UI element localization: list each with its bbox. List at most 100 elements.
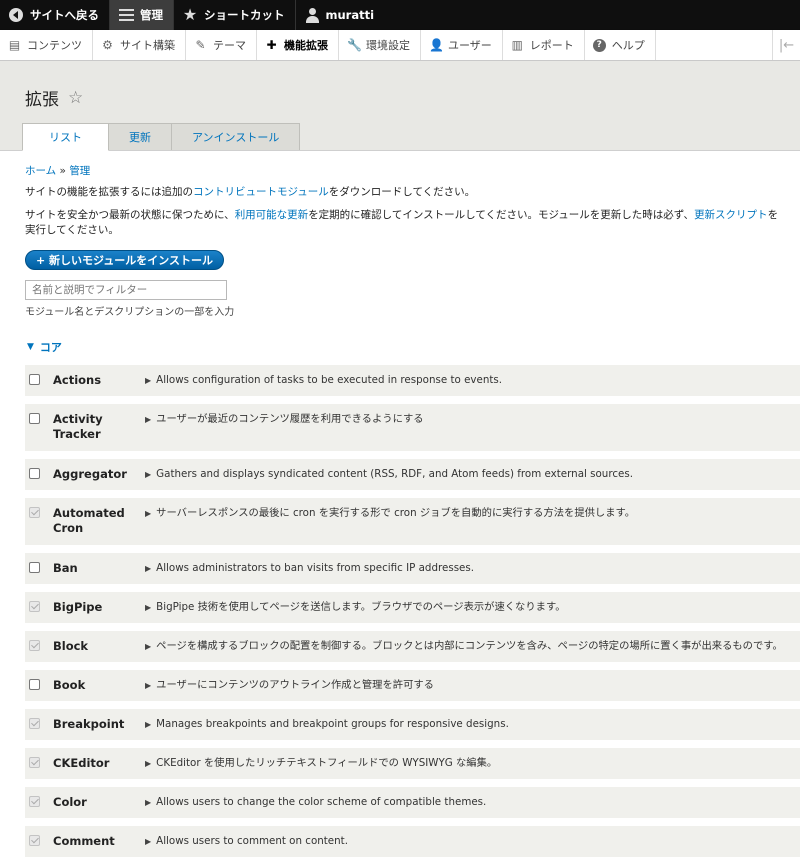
module-description-toggle[interactable]: ▶ Gathers and displays syndicated content…: [145, 467, 633, 482]
tray-item-extend[interactable]: ✚ 機能拡張: [257, 30, 339, 60]
module-checkbox-disabled: [29, 601, 40, 612]
module-description-toggle[interactable]: ▶ ユーザーにコンテンツのアウトライン作成と管理を許可する: [145, 678, 434, 693]
expand-arrow-icon: ▶: [145, 564, 152, 573]
expand-arrow-icon: ▶: [145, 837, 152, 846]
module-description-toggle[interactable]: ▶ BigPipe 技術を使用してページを送信します。ブラウザでのページ表示が速く…: [145, 600, 566, 615]
available-updates-link[interactable]: 利用可能な更新: [235, 209, 309, 221]
admin-toolbar: サイトへ戻る 管理 ★ ショートカット muratti: [0, 0, 800, 30]
add-shortcut-star-icon[interactable]: ☆: [68, 88, 83, 108]
tray-item-label: 機能拡張: [284, 39, 328, 52]
tab-uninstall[interactable]: アンインストール: [171, 123, 301, 150]
contrib-modules-link[interactable]: コントリビュートモジュール: [193, 186, 329, 198]
module-checkbox-disabled: [29, 640, 40, 651]
module-row-comment: Comment ▶ Allows users to comment on cont…: [25, 826, 800, 858]
module-description-toggle[interactable]: ▶ CKEditor を使用したリッチテキストフィールドでの WYSIWYG な編…: [145, 756, 497, 771]
module-list: Actions ▶ Allows configuration of tasks t…: [25, 365, 800, 858]
module-description: Allows configuration of tasks to be exec…: [156, 374, 503, 386]
desc1-pre: サイトの機能を拡張するには追加の: [25, 186, 193, 198]
tray-item-label: 環境設定: [366, 39, 410, 52]
breadcrumb-home-link[interactable]: ホーム: [25, 165, 56, 177]
module-description: Manages breakpoints and breakpoint group…: [156, 718, 509, 730]
shortcuts-tab[interactable]: ★ ショートカット: [174, 0, 296, 30]
tray-item-structure[interactable]: ⚙ サイト構築: [93, 30, 186, 60]
page-title-text: 拡張: [25, 90, 59, 110]
expand-arrow-icon: ▶: [145, 509, 152, 518]
admin-menu-tray: ▤ コンテンツ ⚙ サイト構築 ✎ テーマ ✚ 機能拡張 🔧 環境設定 👤 ユー…: [0, 30, 800, 61]
tab-list[interactable]: リスト: [22, 123, 109, 151]
star-icon: ★: [182, 5, 198, 24]
expand-arrow-icon: ▶: [145, 642, 152, 651]
manage-tab[interactable]: 管理: [110, 0, 174, 30]
page-header: 拡張 ☆ リスト 更新 アンインストール: [0, 61, 800, 151]
module-checkbox[interactable]: [29, 374, 40, 385]
people-icon: 👤: [429, 37, 444, 52]
module-checkbox[interactable]: [29, 413, 40, 424]
breadcrumb-separator: »: [59, 165, 66, 177]
tray-item-appearance[interactable]: ✎ テーマ: [186, 30, 257, 60]
module-description: サーバーレスポンスの最後に cron を実行する形で cron ジョブを自動的に…: [156, 507, 636, 519]
module-checkbox[interactable]: [29, 679, 40, 690]
module-description-toggle[interactable]: ▶ Allows users to change the color scheme…: [145, 795, 486, 810]
module-name: Comment: [53, 834, 115, 848]
module-row-block: Block ▶ ページを構成するブロックの配置を制御する。ブロックとは内部にコンテ…: [25, 631, 800, 663]
module-description-toggle[interactable]: ▶ Allows configuration of tasks to be exe…: [145, 373, 502, 388]
tab-update[interactable]: 更新: [108, 123, 172, 150]
module-name: Automated Cron: [53, 506, 125, 535]
module-name: CKEditor: [53, 756, 110, 770]
tray-item-label: サイト構築: [120, 39, 175, 52]
module-description: ページを構成するブロックの配置を制御する。ブロックとは内部にコンテンツを含み、ペ…: [156, 640, 783, 652]
main-content: ホーム » 管理 サイトの機能を拡張するには追加のコントリビュートモジュールをダ…: [0, 151, 800, 858]
module-filter-input[interactable]: [25, 280, 227, 300]
tray-item-people[interactable]: 👤 ユーザー: [421, 30, 503, 60]
tray-item-reports[interactable]: ▥ レポート: [503, 30, 585, 60]
tray-item-configuration[interactable]: 🔧 環境設定: [339, 30, 421, 60]
expand-arrow-icon: ▶: [145, 798, 152, 807]
module-checkbox[interactable]: [29, 468, 40, 479]
module-description-toggle[interactable]: ▶ Manages breakpoints and breakpoint grou…: [145, 717, 509, 732]
bar-chart-icon: ▥: [511, 37, 523, 52]
module-description-toggle[interactable]: ▶ Allows administrators to ban visits fro…: [145, 561, 474, 576]
module-name: Color: [53, 795, 87, 809]
module-description: Allows users to comment on content.: [156, 835, 348, 847]
module-description: Gathers and displays syndicated content …: [156, 468, 633, 480]
module-description: Allows administrators to ban visits from…: [156, 562, 475, 574]
module-row-activity-tracker: Activity Tracker ▶ ユーザーが最近のコンテンツ履歴を利用できるよ…: [25, 404, 800, 452]
module-row-automated-cron: Automated Cron ▶ サーバーレスポンスの最後に cron を実行する…: [25, 498, 800, 546]
collapse-tray-button[interactable]: |←: [772, 30, 800, 60]
tray-item-help[interactable]: ? ヘルプ: [585, 30, 656, 60]
breadcrumb-admin-link[interactable]: 管理: [69, 165, 90, 177]
module-description-toggle[interactable]: ▶ ページを構成するブロックの配置を制御する。ブロックとは内部にコンテンツを含み、…: [145, 639, 783, 654]
module-description: BigPipe 技術を使用してページを送信します。ブラウザでのページ表示が速くな…: [156, 601, 566, 613]
module-checkbox[interactable]: [29, 562, 40, 573]
module-row-book: Book ▶ ユーザーにコンテンツのアウトライン作成と管理を許可する: [25, 670, 800, 702]
module-description-toggle[interactable]: ▶ サーバーレスポンスの最後に cron を実行する形で cron ジョブを自動的…: [145, 506, 635, 521]
back-to-site-link[interactable]: サイトへ戻る: [0, 0, 110, 30]
install-new-module-button[interactable]: + 新しいモジュールをインストール: [25, 250, 225, 270]
desc1-post: をダウンロードしてください。: [328, 186, 476, 198]
filter-wrapper: モジュール名とデスクリプションの一部を入力: [25, 280, 800, 318]
core-section-toggle[interactable]: ▼ コア: [25, 339, 800, 355]
module-description-toggle[interactable]: ▶ ユーザーが最近のコンテンツ履歴を利用できるようにする: [145, 412, 424, 427]
module-description-toggle[interactable]: ▶ Allows users to comment on content.: [145, 834, 348, 849]
user-icon: [304, 7, 320, 23]
expand-arrow-icon: ▶: [145, 681, 152, 690]
desc2-mid: を定期的に確認してインストールしてください。モジュールを更新した時は必ず、: [308, 209, 695, 221]
update-script-link[interactable]: 更新スクリプト: [694, 209, 768, 221]
module-checkbox-disabled: [29, 718, 40, 729]
tray-item-label: レポート: [529, 39, 574, 52]
document-icon: ▤: [8, 37, 21, 52]
module-name: Actions: [53, 373, 102, 387]
module-row-actions: Actions ▶ Allows configuration of tasks t…: [25, 365, 800, 397]
expand-arrow-icon: ▶: [145, 759, 152, 768]
desc2-pre: サイトを安全かつ最新の状態に保つために、: [25, 209, 235, 221]
tray-item-label: ヘルプ: [611, 39, 645, 52]
user-tab[interactable]: muratti: [296, 0, 385, 30]
puzzle-icon: ✚: [266, 37, 277, 52]
module-name: Book: [53, 678, 86, 692]
module-row-ckeditor: CKEditor ▶ CKEditor を使用したリッチテキストフィールドでの W…: [25, 748, 800, 780]
primary-tabs: リスト 更新 アンインストール: [22, 123, 301, 151]
tray-item-content[interactable]: ▤ コンテンツ: [0, 30, 93, 60]
module-checkbox-disabled: [29, 796, 40, 807]
expand-arrow-icon: ▶: [145, 376, 152, 385]
shortcuts-label: ショートカット: [204, 8, 285, 22]
